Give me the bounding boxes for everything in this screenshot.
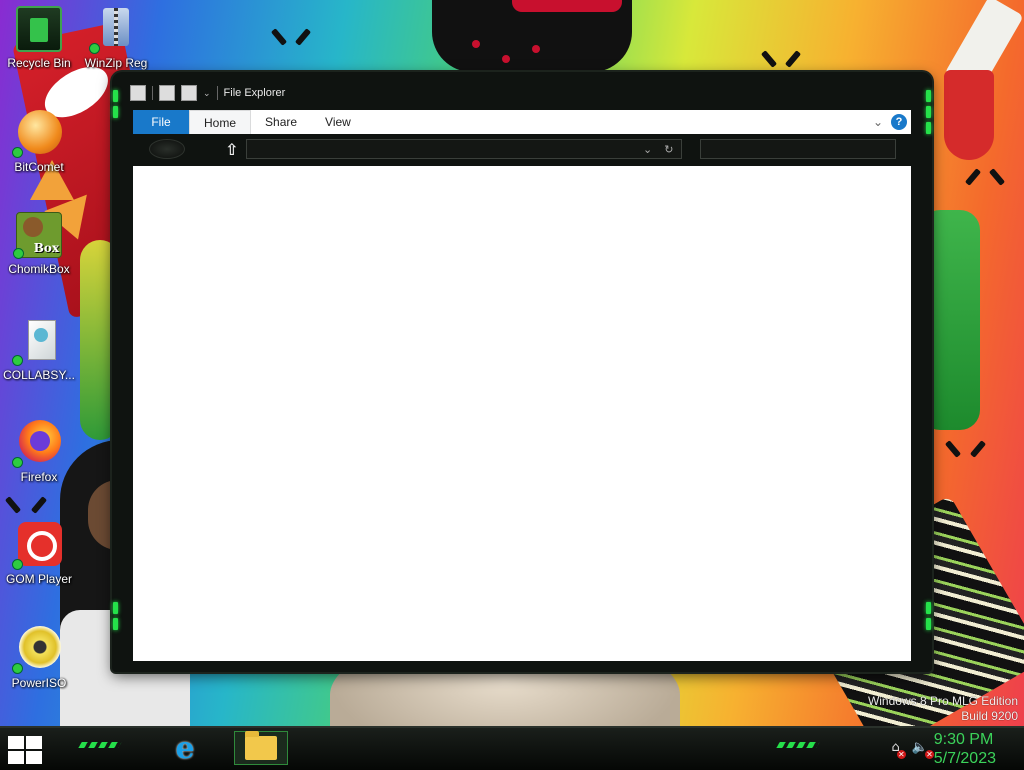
- tab-label: Home: [204, 115, 237, 130]
- desktop-icon-label: COLLABSY...: [3, 368, 75, 382]
- chomikbox-icon-text: Box: [33, 241, 59, 255]
- tab-share[interactable]: Share: [251, 110, 311, 134]
- wallpaper-tick: [760, 50, 778, 68]
- tab-file[interactable]: File: [133, 110, 189, 134]
- back-forward-icon[interactable]: [149, 139, 185, 159]
- desktop-icon-collabsync[interactable]: COLLABSY...: [1, 318, 77, 382]
- wallpaper-tick: [969, 440, 987, 458]
- desktop-icon-label: BitComet: [14, 160, 64, 174]
- separator: [216, 86, 218, 100]
- firefox-icon: [12, 420, 62, 468]
- file-explorer-icon: [245, 731, 277, 760]
- desktop-icon-winzip[interactable]: WinZip Reg: [78, 6, 154, 70]
- desktop-icon-bitcomet[interactable]: BitComet: [1, 110, 77, 174]
- watermark-edition: Windows 8 Pro MLG Edition: [867, 694, 1018, 708]
- wallpaper-airhorn: [924, 0, 1024, 170]
- search-box[interactable]: [700, 139, 897, 159]
- file-explorer-window[interactable]: ⌄ File Explorer File Home Share View ⌄ ?…: [112, 72, 932, 672]
- navigation-bar: ⇧ ⌄ ↻: [133, 135, 911, 163]
- tab-label: File: [151, 115, 171, 129]
- desktop-icon-label: WinZip Reg: [84, 56, 148, 70]
- gom-player-icon: [12, 522, 62, 570]
- desktop-icon-label: PowerISO: [11, 676, 67, 690]
- clock-date: 5/7/2023: [933, 750, 996, 767]
- refresh-icon[interactable]: ↻: [664, 143, 673, 156]
- tab-label: View: [325, 115, 351, 129]
- window-edge-left: [112, 82, 120, 662]
- chomikbox-icon: Box: [13, 212, 62, 259]
- help-button[interactable]: ?: [891, 114, 907, 130]
- wallpaper-tick: [784, 50, 802, 68]
- new-folder-icon[interactable]: [181, 85, 197, 101]
- bitcomet-icon: [12, 110, 62, 158]
- window-edge-right: [924, 82, 932, 662]
- window-title: File Explorer: [223, 87, 286, 99]
- winzip-icon: [89, 6, 139, 54]
- volume-icon[interactable]: 🔈: [912, 740, 935, 759]
- wallpaper-tick: [4, 496, 22, 514]
- desktop-icon-firefox[interactable]: Firefox: [1, 420, 77, 484]
- watermark-build: Build 9200: [961, 709, 1018, 723]
- recycle-bin-icon: [16, 6, 62, 52]
- window-menu-icon[interactable]: [130, 85, 146, 101]
- tab-view[interactable]: View: [311, 110, 365, 134]
- address-bar[interactable]: ⌄ ↻: [246, 139, 683, 159]
- taskbar-internet-explorer[interactable]: e: [158, 730, 212, 766]
- collabsync-icon: [12, 318, 62, 366]
- wallpaper-tick: [988, 168, 1006, 186]
- wallpaper-tick: [964, 168, 982, 186]
- taskbar-accent: [776, 742, 820, 748]
- desktop-icon-label: GOM Player: [5, 572, 72, 586]
- wallpaper-tick: [294, 28, 312, 46]
- taskbar-file-explorer[interactable]: [234, 731, 288, 765]
- tab-label: Share: [265, 115, 298, 129]
- poweriso-icon: [12, 626, 62, 674]
- desktop-icon-label: Firefox: [20, 470, 58, 484]
- window-titlebar[interactable]: ⌄ File Explorer: [130, 82, 912, 104]
- separator: [152, 86, 153, 100]
- desktop-icon-poweriso[interactable]: PowerISO: [1, 626, 77, 690]
- address-dropdown-chevron-icon[interactable]: ⌄: [643, 143, 652, 156]
- start-button[interactable]: [8, 736, 42, 764]
- customize-toolbar-chevron-icon[interactable]: ⌄: [203, 88, 211, 99]
- windows-logo-icon: [8, 736, 24, 749]
- ribbon-tabs: File Home Share View ⌄ ?: [133, 110, 911, 134]
- file-list-pane[interactable]: [133, 166, 911, 661]
- clock-time: 9:30 PM: [933, 731, 994, 748]
- desktop-icon-label: Recycle Bin: [7, 56, 71, 70]
- tab-home[interactable]: Home: [189, 110, 252, 134]
- taskbar: e ⌂ 🔈 9:30 PM 5/7/2023: [0, 726, 1024, 770]
- desktop-icon-gom-player[interactable]: GOM Player: [1, 522, 77, 586]
- internet-explorer-icon: e: [175, 730, 195, 766]
- properties-icon[interactable]: [159, 85, 175, 101]
- wallpaper-cap: [432, 0, 632, 72]
- desktop-icon-chomikbox[interactable]: Box ChomikBox: [1, 212, 77, 276]
- wallpaper-tick: [30, 496, 48, 514]
- desktop-icon-label: ChomikBox: [8, 262, 70, 276]
- system-tray: ⌂ 🔈: [892, 740, 935, 759]
- desktop-icon-recycle-bin[interactable]: Recycle Bin: [1, 6, 77, 70]
- wallpaper-tick: [270, 28, 288, 46]
- up-arrow-icon[interactable]: ⇧: [225, 140, 238, 159]
- network-icon[interactable]: ⌂: [892, 740, 907, 759]
- expand-ribbon-chevron-icon[interactable]: ⌄: [873, 115, 883, 129]
- windows-watermark: Windows 8 Pro MLG Edition Build 9200: [868, 694, 1018, 724]
- taskbar-clock[interactable]: 9:30 PM 5/7/2023: [934, 730, 996, 768]
- taskbar-accent: [78, 742, 122, 748]
- wallpaper-tick: [944, 440, 962, 458]
